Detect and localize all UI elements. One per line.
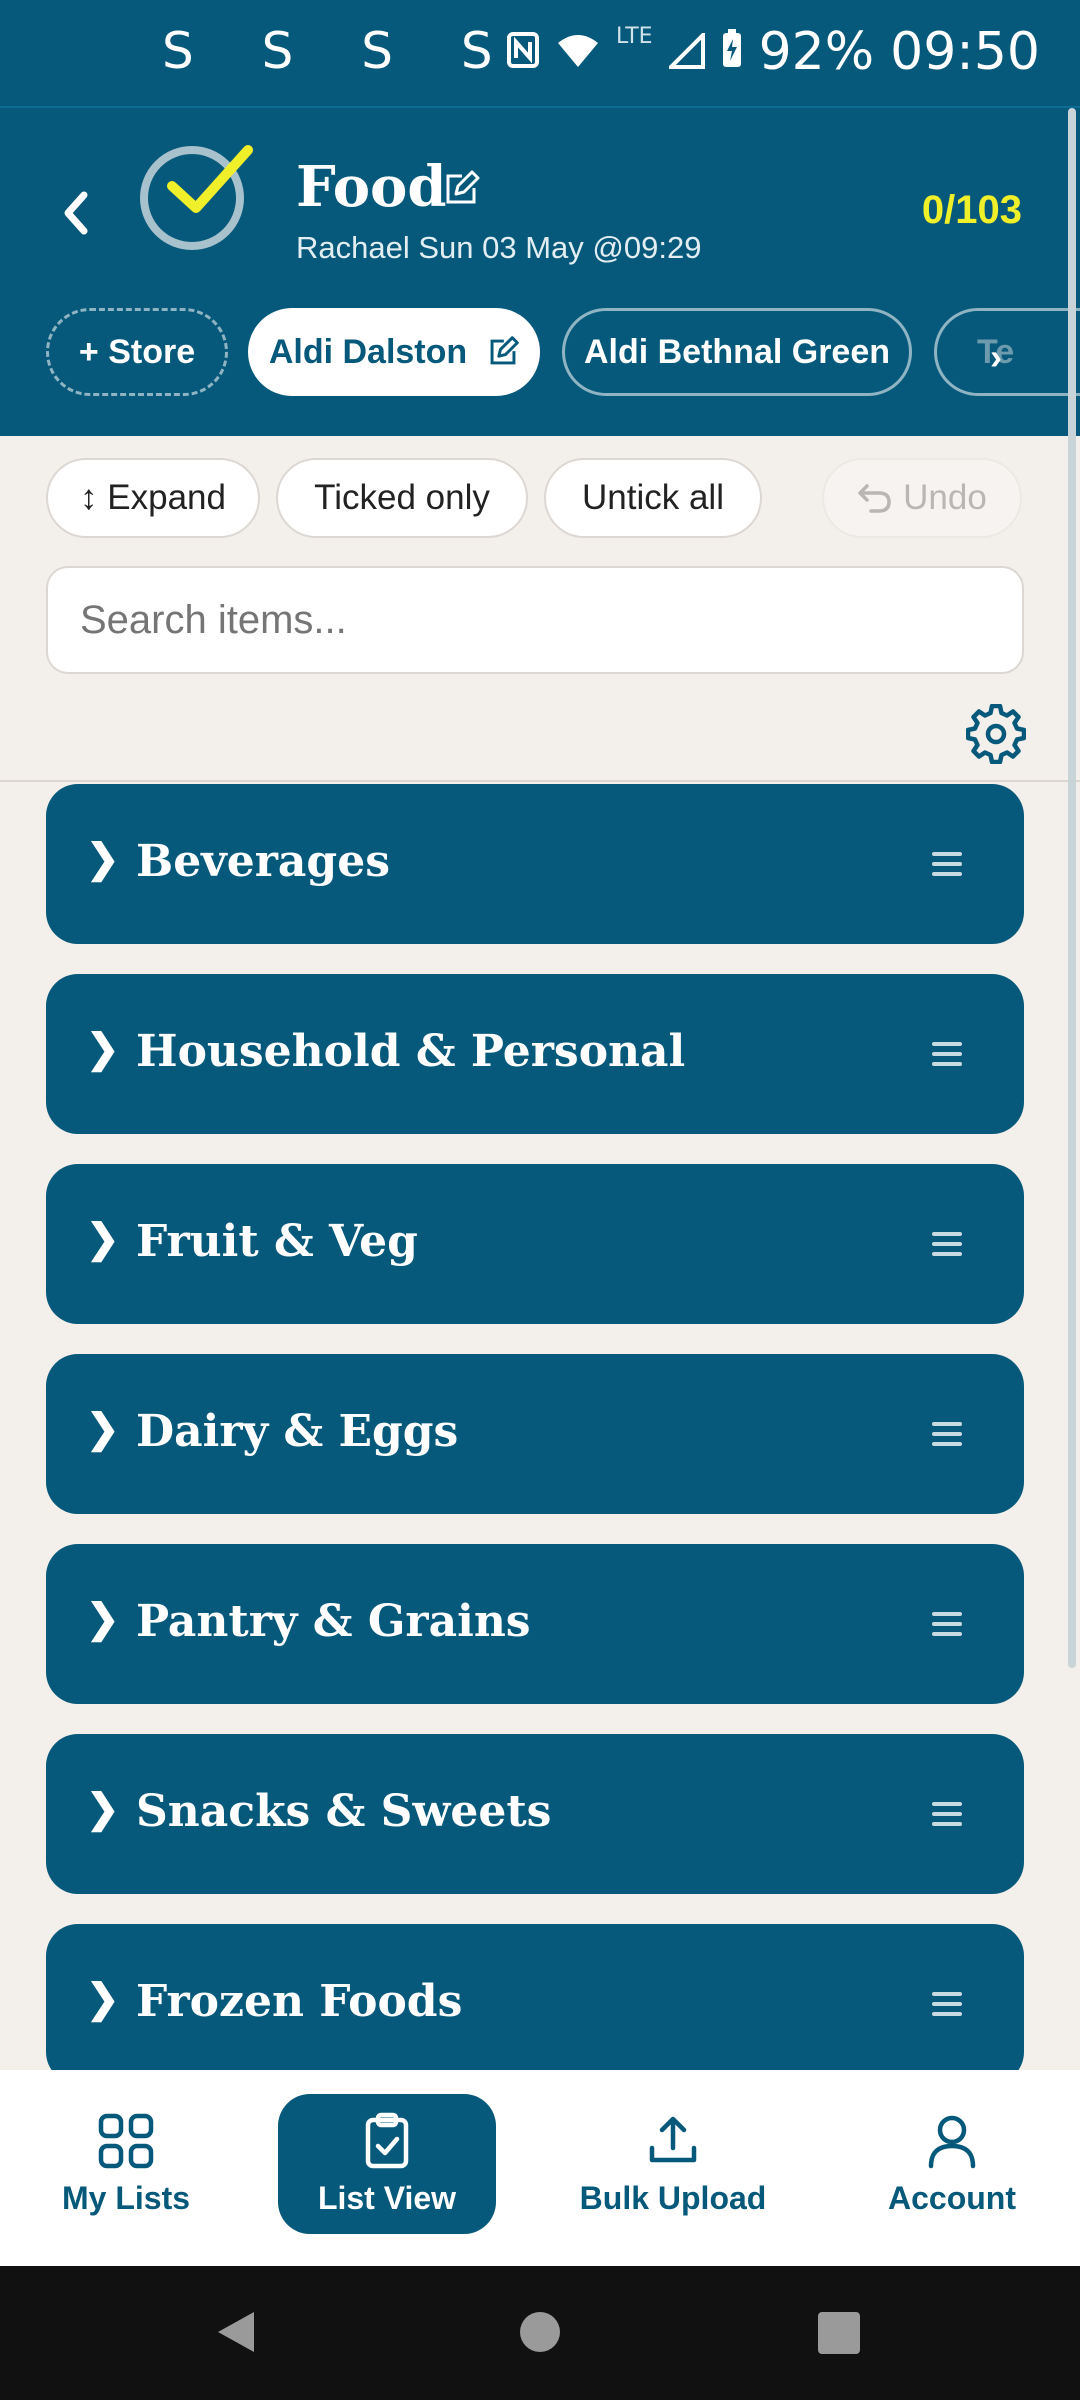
ticked-only-button[interactable]: Ticked only <box>276 458 528 538</box>
system-back-icon[interactable] <box>214 2308 258 2356</box>
nav-list-view[interactable]: List View <box>278 2094 496 2234</box>
category-card[interactable]: ❯ Beverages <box>46 784 1024 944</box>
category-card[interactable]: ❯ Household & Personal <box>46 974 1024 1134</box>
drag-handle-icon[interactable] <box>932 1230 962 1258</box>
category-card[interactable]: ❯ Snacks & Sweets <box>46 1734 1024 1894</box>
edit-title-icon[interactable] <box>442 170 480 208</box>
edit-store-icon[interactable] <box>487 336 519 368</box>
nfc-icon <box>506 22 540 82</box>
undo-icon <box>858 484 891 513</box>
user-icon <box>928 2115 976 2168</box>
drag-handle-icon[interactable] <box>932 1040 962 1068</box>
category-card[interactable]: ❯ Pantry & Grains <box>46 1544 1024 1704</box>
chevron-right-icon[interactable]: ❯ <box>86 1786 120 1832</box>
store-chip[interactable]: Aldi Bethnal Green <box>562 308 912 396</box>
category-card[interactable]: ❯ Dairy & Eggs <box>46 1354 1024 1514</box>
nav-account[interactable]: Account <box>862 2094 1042 2234</box>
signal-icon <box>665 22 705 82</box>
chevron-right-icon[interactable]: ❯ <box>86 1026 120 1072</box>
system-home-icon[interactable] <box>520 2312 560 2352</box>
chevron-right-icon[interactable]: ❯ <box>86 1406 120 1452</box>
nav-label: Account <box>888 2179 1016 2216</box>
upload-icon <box>649 2116 697 2162</box>
nav-my-lists[interactable]: My Lists <box>36 2094 216 2234</box>
drag-handle-icon[interactable] <box>932 1800 962 1828</box>
chevron-left-icon <box>64 191 88 235</box>
battery-charging-icon <box>721 22 743 82</box>
category-card[interactable]: ❯ Frozen Foods <box>46 1924 1024 2084</box>
list-meta: Rachael Sun 03 May @09:29 <box>296 230 702 265</box>
system-indicators: LTE 92% 09:50 <box>506 22 1040 82</box>
chevron-right-icon[interactable]: ❯ <box>86 1596 120 1642</box>
checkmark-icon <box>167 145 253 213</box>
undo-button[interactable]: Undo <box>822 458 1022 538</box>
nav-label: List View <box>317 2179 457 2216</box>
scroll-right-icon[interactable]: › <box>990 336 1002 378</box>
chevron-right-icon[interactable]: ❯ <box>86 1216 120 1262</box>
store-selector: + Store Aldi Dalston Aldi Bethnal Green … <box>0 308 1080 408</box>
undo-label: Undo <box>903 478 987 517</box>
nav-label: Bulk Upload <box>579 2179 767 2216</box>
add-store-button[interactable]: + Store <box>46 308 228 396</box>
store-chip-active[interactable]: Aldi Dalston <box>248 308 540 396</box>
list-header: Food Rachael Sun 03 May @09:29 0/103 + S… <box>0 106 1080 436</box>
chevron-right-icon[interactable]: ❯ <box>86 1976 120 2022</box>
category-card[interactable]: ❯ Fruit & Veg <box>46 1164 1024 1324</box>
system-navigation-bar <box>0 2266 1080 2400</box>
gear-icon[interactable] <box>966 704 1026 764</box>
network-type: LTE <box>615 23 653 49</box>
status-bar: S S S S • LTE 92% 09:50 <box>0 0 1080 106</box>
category-name: Beverages <box>136 836 390 887</box>
battery-level: 92% <box>758 22 875 82</box>
drag-handle-icon[interactable] <box>932 1420 962 1448</box>
store-chip-partial[interactable]: Te <box>934 308 1080 396</box>
untick-all-button[interactable]: Untick all <box>544 458 762 538</box>
system-recents-icon[interactable] <box>818 2312 860 2354</box>
category-name: Household & Personal <box>136 1026 686 1077</box>
section-divider <box>0 780 1080 782</box>
category-name: Pantry & Grains <box>136 1596 531 1647</box>
scrollbar[interactable] <box>1068 108 1076 1668</box>
ticked-count: 0/103 <box>921 188 1022 232</box>
chevron-right-icon[interactable]: ❯ <box>86 836 120 882</box>
category-name: Dairy & Eggs <box>136 1406 459 1457</box>
grid-icon <box>98 2113 154 2168</box>
drag-handle-icon[interactable] <box>932 1990 962 2018</box>
clock: 09:50 <box>890 22 1040 82</box>
expand-button[interactable]: ↕ Expand <box>46 458 260 538</box>
wifi-icon <box>556 22 600 82</box>
category-name: Snacks & Sweets <box>136 1786 552 1837</box>
list-toolbar: ↕ Expand Ticked only Untick all Undo <box>0 458 1080 540</box>
category-name: Fruit & Veg <box>136 1216 418 1267</box>
back-button[interactable] <box>52 183 102 243</box>
search-input[interactable] <box>46 566 1024 674</box>
store-chip-label: Aldi Dalston <box>268 332 468 371</box>
drag-handle-icon[interactable] <box>932 850 962 878</box>
bottom-navigation: My Lists List View Bulk Upload Account <box>0 2070 1080 2266</box>
clipboard-check-icon <box>365 2112 409 2168</box>
nav-bulk-upload[interactable]: Bulk Upload <box>568 2094 778 2234</box>
drag-handle-icon[interactable] <box>932 1610 962 1638</box>
list-title: Food <box>296 154 447 220</box>
nav-label: My Lists <box>61 2179 191 2216</box>
category-name: Frozen Foods <box>136 1976 463 2027</box>
